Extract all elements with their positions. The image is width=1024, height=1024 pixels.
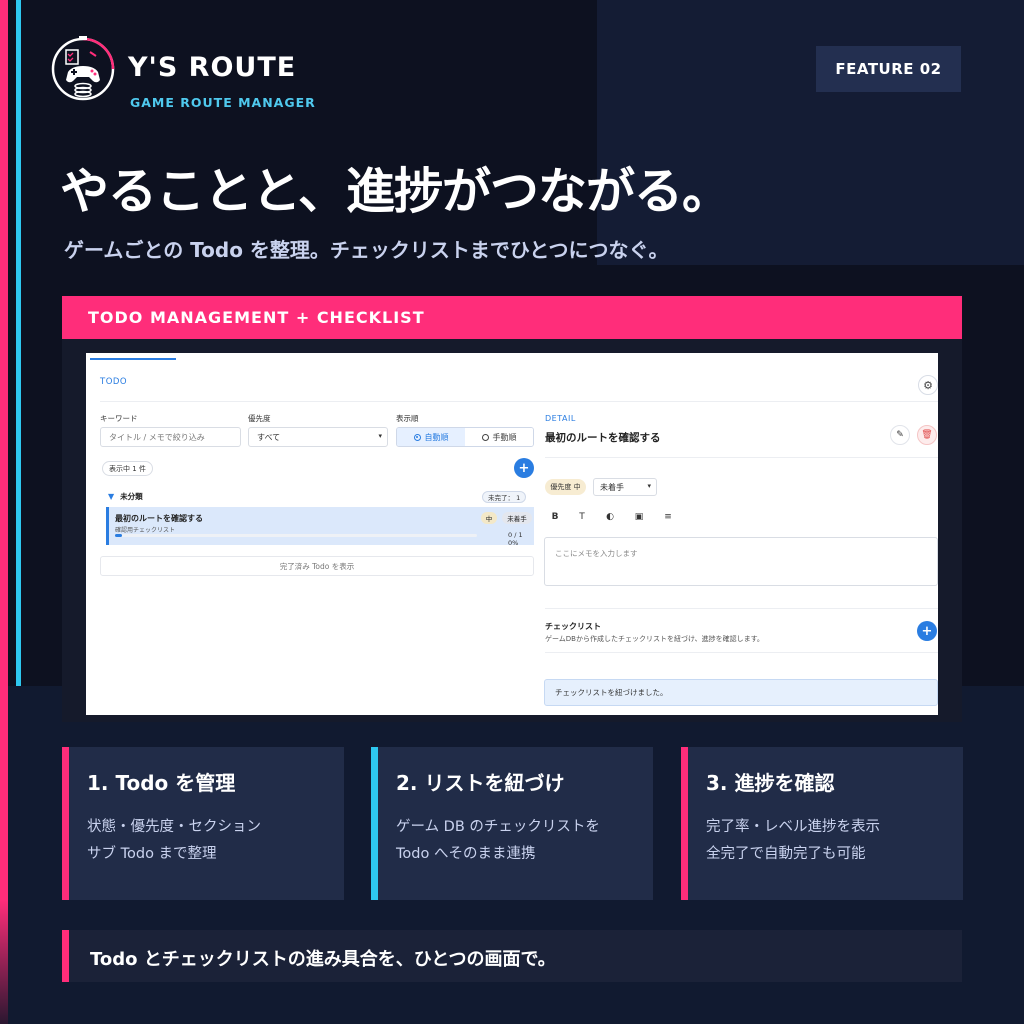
card-line: 完了率・レベル進捗を表示 xyxy=(706,819,880,835)
plus-icon: + xyxy=(921,623,933,639)
feature-badge: FEATURE 02 xyxy=(816,46,961,92)
detail-title: 最初のルートを確認する xyxy=(545,432,661,444)
result-count: 表示中 1 件 xyxy=(102,461,153,476)
summary-accent xyxy=(62,930,69,982)
order-label: 表示順 xyxy=(396,414,419,423)
background-panel-right xyxy=(597,0,1024,265)
edit-icon[interactable]: ✎ xyxy=(890,425,910,445)
checklist-title: チェックリスト xyxy=(545,622,601,631)
caret-down-icon: ▼ xyxy=(108,492,115,501)
radio-checked-icon xyxy=(413,433,421,441)
priority-pill[interactable]: 優先度 中 xyxy=(545,479,586,495)
card-accent xyxy=(681,747,688,900)
card-line: Todo へそのまま連携 xyxy=(396,846,536,862)
chevron-down-icon: ▾ xyxy=(378,432,382,440)
plus-icon: + xyxy=(518,460,530,476)
add-checklist-button[interactable]: + xyxy=(917,621,937,641)
card-line: ゲーム DB のチェックリストを xyxy=(396,819,600,835)
image-icon[interactable]: ▣ xyxy=(629,508,649,526)
divider xyxy=(545,457,938,458)
card-accent xyxy=(371,747,378,900)
toast-message: チェックリストを紐づけました。 xyxy=(544,679,938,706)
palette-icon[interactable]: ◐ xyxy=(600,508,620,526)
section-name: 未分類 xyxy=(120,492,143,501)
priority-label: 優先度 xyxy=(248,414,271,423)
todo-subtitle: 確認用チェックリスト xyxy=(115,527,176,534)
summary-bar: Todo とチェックリストの進み具合を、ひとつの画面で。 xyxy=(62,930,962,982)
keyword-input[interactable]: タイトル / メモで絞り込み xyxy=(100,427,241,447)
card-accent xyxy=(62,747,69,900)
priority-select[interactable]: すべて ▾ xyxy=(248,427,388,447)
divider xyxy=(545,608,938,609)
status-chip: 未着手 xyxy=(502,512,532,524)
feature-slide: Y'S ROUTE GAME ROUTE MANAGER FEATURE 02 … xyxy=(0,0,1024,1024)
bold-icon[interactable]: B xyxy=(545,508,565,526)
todo-progress-bar xyxy=(115,534,477,537)
pink-stripe xyxy=(0,0,8,1024)
order-auto-label: 自動順 xyxy=(424,432,449,442)
radio-unchecked-icon xyxy=(481,433,489,441)
tab-todo[interactable]: TODO xyxy=(100,377,127,387)
order-toggle: 自動順 手動順 xyxy=(396,427,534,447)
todo-item[interactable]: 最初のルートを確認する 確認用チェックリスト 中 未着手 0 / 1 0% xyxy=(106,507,534,547)
card-title: 3. 進捗を確認 xyxy=(706,771,835,795)
memo-textarea[interactable]: ここにメモを入力します xyxy=(544,537,938,586)
brand-title: Y'S ROUTE xyxy=(128,52,297,83)
cyan-stripe xyxy=(16,0,21,686)
chevron-down-icon: ▾ xyxy=(647,482,651,490)
card-line: サブ Todo まで整理 xyxy=(87,846,217,862)
divider xyxy=(100,401,938,402)
status-select[interactable]: 未着手 ▾ xyxy=(593,478,657,496)
keyword-label: キーワード xyxy=(100,414,138,423)
todo-progress-text: 0 / 1 0% xyxy=(508,531,523,547)
brand-subtitle: GAME ROUTE MANAGER xyxy=(130,95,316,110)
card-title: 2. リストを紐づけ xyxy=(396,771,565,795)
trash-icon[interactable]: 🗑 xyxy=(917,425,937,445)
detail-label: DETAIL xyxy=(545,414,576,423)
feature-card-2: 2. リストを紐づけ ゲーム DB のチェックリストを Todo へそのまま連携 xyxy=(371,747,653,900)
undone-count-badge: 未完了： 1 xyxy=(482,491,527,503)
database-icon[interactable]: ≡ xyxy=(658,508,678,526)
order-manual-label: 手動順 xyxy=(492,432,517,442)
feature-card-3: 3. 進捗を確認 完了率・レベル進捗を表示 全完了で自動完了も可能 xyxy=(681,747,963,900)
todo-progress-fill xyxy=(115,534,123,537)
tab-underline xyxy=(90,358,176,360)
checklist-description: ゲームDBから作成したチェックリストを紐づけ、進捗を確認します。 xyxy=(545,635,764,643)
gear-icon[interactable]: ⚙ xyxy=(918,375,938,395)
section-header[interactable]: ▼ 未分類 xyxy=(108,491,143,502)
order-manual-option[interactable]: 手動順 xyxy=(465,428,533,446)
card-title: 1. Todo を管理 xyxy=(87,771,236,795)
priority-chip: 中 xyxy=(481,512,497,524)
card-line: 状態・優先度・セクション xyxy=(87,819,261,835)
feature-card-1: 1. Todo を管理 状態・優先度・セクション サブ Todo まで整理 xyxy=(62,747,344,900)
priority-select-value: すべて xyxy=(257,433,281,442)
show-completed-button[interactable]: 完了済み Todo を表示 xyxy=(100,556,534,576)
app-screenshot: TODO ⚙ キーワード タイトル / メモで絞り込み 優先度 すべて ▾ 表示… xyxy=(86,353,938,715)
subheadline: ゲームごとの Todo を整理。チェックリストまでひとつにつなぐ。 xyxy=(64,238,669,262)
status-select-value: 未着手 xyxy=(600,483,624,492)
card-line: 全完了で自動完了も可能 xyxy=(706,846,866,862)
summary-text: Todo とチェックリストの進み具合を、ひとつの画面で。 xyxy=(90,949,556,970)
controller-logo-icon xyxy=(51,36,115,101)
headline: やることと、進捗がつながる。 xyxy=(60,163,731,220)
order-auto-option[interactable]: 自動順 xyxy=(397,428,465,446)
divider xyxy=(545,652,938,653)
todo-title: 最初のルートを確認する xyxy=(115,514,203,523)
text-icon[interactable]: T xyxy=(572,508,592,526)
panel-header: TODO MANAGEMENT + CHECKLIST xyxy=(62,296,962,339)
add-todo-button[interactable]: + xyxy=(514,458,534,478)
